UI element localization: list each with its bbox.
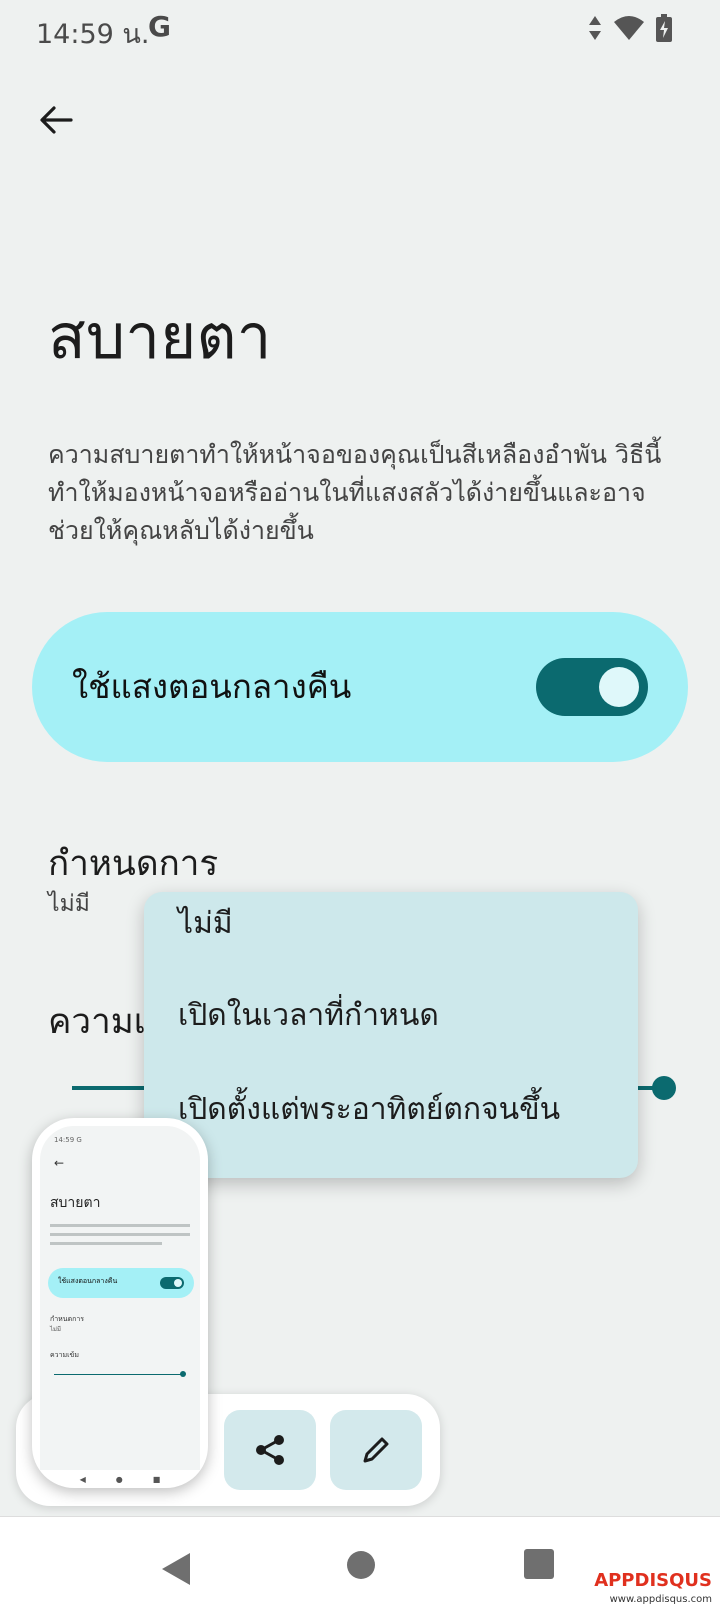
data-arrows-icon <box>589 16 601 40</box>
thumbnail-screen: 14:59 G ← สบายตา ใช้แสงตอนกลางคืน กำหนดก… <box>40 1126 200 1470</box>
thumb-switch <box>160 1277 184 1289</box>
schedule-title: กำหนดการ <box>48 844 219 884</box>
status-icons <box>588 14 672 42</box>
schedule-value: ไม่มี <box>48 891 90 917</box>
page-title: สบายตา <box>48 300 272 373</box>
menu-option-sunset-sunrise[interactable]: เปิดตั้งแต่พระอาทิตย์ตกจนขึ้น <box>178 1086 560 1133</box>
thumb-nav-recent-icon: ■ <box>152 1474 161 1484</box>
switch-thumb <box>599 667 639 707</box>
page-description: ความสบายตาทำให้หน้าจอของคุณเป็นสีเหลืองอ… <box>48 440 662 545</box>
thumb-nav-home-icon: ● <box>115 1474 123 1484</box>
watermark-url: www.appdisqus.com <box>609 1594 712 1605</box>
status-time: 14:59 น. <box>36 19 150 50</box>
thumb-nav-bar: ◀ ● ■ <box>32 1470 208 1488</box>
wifi-icon <box>614 16 644 40</box>
thumb-time: 14:59 G <box>54 1136 82 1144</box>
watermark-logo: APPDISQUS <box>594 1570 712 1591</box>
intensity-title: ความเ <box>48 1002 146 1042</box>
nav-back-icon[interactable] <box>162 1553 190 1585</box>
nav-recents-icon[interactable] <box>524 1549 554 1579</box>
google-g-icon: G <box>148 10 171 43</box>
thumb-nav-back-icon: ◀ <box>79 1474 86 1484</box>
share-icon <box>256 1435 284 1465</box>
share-button[interactable] <box>224 1410 316 1490</box>
night-light-label: ใช้แสงตอนกลางคืน <box>72 667 352 706</box>
thumb-toggle-card: ใช้แสงตอนกลางคืน <box>48 1268 194 1298</box>
thumb-intensity-title: ความเข้ม <box>50 1351 79 1359</box>
schedule-dropdown-menu: ไม่มี เปิดในเวลาที่กำหนด เปิดตั้งแต่พระอ… <box>144 892 638 1178</box>
night-light-switch[interactable] <box>536 658 648 716</box>
back-button[interactable] <box>28 92 84 148</box>
night-light-toggle-card[interactable]: ใช้แสงตอนกลางคืน <box>32 612 688 762</box>
thumb-description-lines <box>50 1224 190 1251</box>
battery-charging-icon <box>656 14 672 42</box>
thumb-toggle-label: ใช้แสงตอนกลางคืน <box>58 1277 118 1285</box>
nav-home-icon[interactable] <box>347 1551 375 1579</box>
menu-option-none[interactable]: ไม่มี <box>178 900 233 947</box>
thumb-schedule-value: ไม่มี <box>50 1326 61 1333</box>
thumb-title: สบายตา <box>50 1195 101 1211</box>
status-bar: 14:59 น. G <box>0 0 720 60</box>
screenshot-preview-thumbnail[interactable]: 14:59 G ← สบายตา ใช้แสงตอนกลางคืน กำหนดก… <box>32 1118 208 1488</box>
edit-button[interactable] <box>330 1410 422 1490</box>
thumb-slider <box>54 1374 182 1375</box>
intensity-slider-thumb[interactable] <box>652 1076 676 1100</box>
pencil-icon <box>363 1437 389 1463</box>
menu-option-custom-time[interactable]: เปิดในเวลาที่กำหนด <box>178 992 439 1039</box>
arrow-back-icon <box>40 106 73 134</box>
thumb-back-icon: ← <box>54 1156 65 1170</box>
thumb-slider-dot <box>180 1371 186 1377</box>
